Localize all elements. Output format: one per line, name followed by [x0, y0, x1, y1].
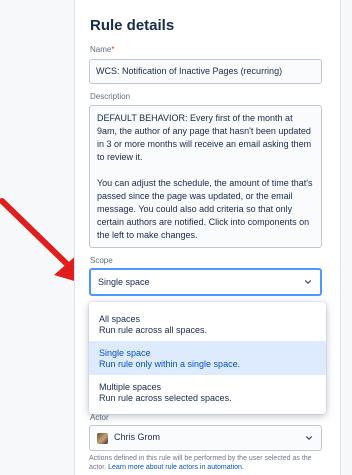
option-subtitle: Run rule across selected spaces.: [99, 393, 232, 403]
name-label: Name*: [90, 45, 115, 54]
option-title: Single space: [99, 348, 151, 358]
avatar: [97, 433, 108, 444]
required-marker: *: [111, 45, 115, 54]
option-subtitle: Run rule only within a single space.: [99, 359, 241, 369]
chevron-down-icon: [305, 436, 313, 440]
scope-option-multiple-spaces[interactable]: Multiple spaces Run rule across selected…: [89, 375, 326, 409]
learn-more-link[interactable]: Learn more about rule actors in automati…: [108, 464, 244, 471]
actor-help-text: Actions defined in this rule will be per…: [89, 454, 329, 472]
description-label: Description: [90, 92, 131, 101]
option-subtitle: Run rule across all spaces.: [99, 325, 208, 335]
rule-name-input[interactable]: WCS: Notification of Inactive Pages (rec…: [89, 59, 322, 84]
actor-select[interactable]: Chris Grom: [89, 425, 322, 451]
actor-value: Chris Grom: [114, 432, 161, 442]
scope-select[interactable]: Single space: [89, 268, 322, 296]
scope-option-single-space[interactable]: Single space Run rule only within a sing…: [89, 341, 326, 375]
scope-label: Scope: [90, 256, 113, 265]
chevron-down-icon: [304, 280, 312, 284]
rule-details-title: Rule details: [90, 17, 175, 34]
rule-description-textarea[interactable]: DEFAULT BEHAVIOR: Every first of the mon…: [89, 105, 322, 248]
option-title: Multiple spaces: [99, 382, 162, 392]
option-title: All spaces: [99, 314, 141, 324]
scope-dropdown-menu: All spaces Run rule across all spaces. S…: [89, 302, 326, 414]
scope-selected-value: Single space: [98, 277, 150, 287]
scope-option-all-spaces[interactable]: All spaces Run rule across all spaces.: [89, 307, 326, 341]
actor-label: Actor: [90, 413, 109, 422]
